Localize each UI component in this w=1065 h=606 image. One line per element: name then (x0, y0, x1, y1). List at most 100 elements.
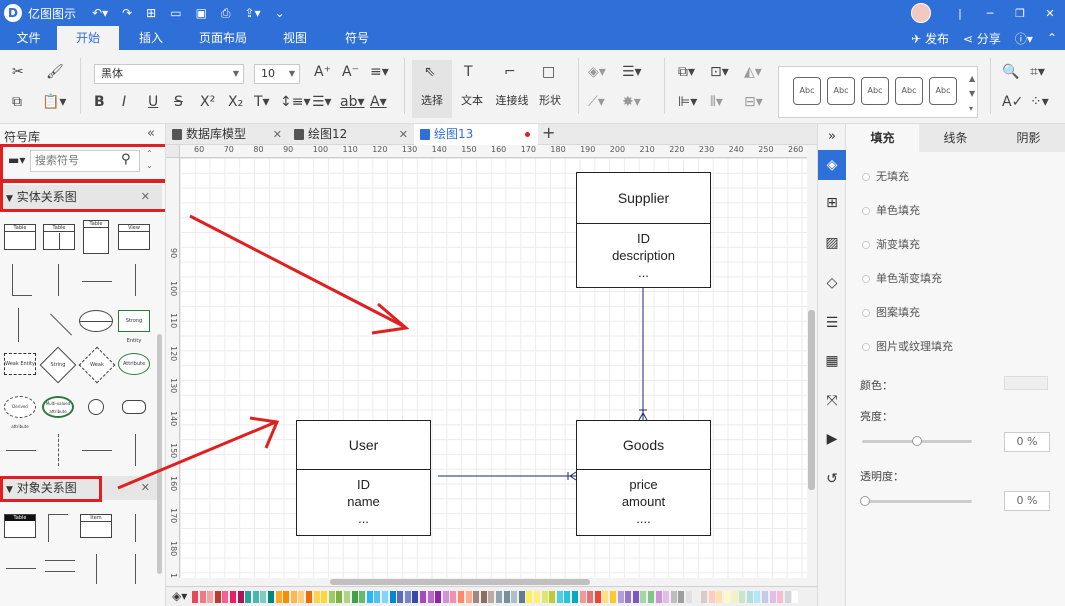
spell-check-icon[interactable]: A✓ (1002, 94, 1023, 110)
shape-tool[interactable]: □ 形状 (530, 60, 570, 118)
size-icon[interactable]: ⊟▾ (744, 94, 763, 110)
color-swatch[interactable] (610, 591, 616, 603)
color-swatch[interactable] (283, 591, 290, 603)
line-style-icon[interactable]: ☰▾ (622, 64, 642, 80)
image-icon[interactable]: ▨ (823, 234, 841, 252)
color-swatch[interactable] (336, 591, 343, 603)
redo-icon[interactable]: ↷ (122, 6, 132, 21)
color-swatch[interactable] (321, 591, 328, 603)
color-swatch[interactable] (427, 591, 434, 603)
user-avatar[interactable] (911, 3, 931, 23)
color-swatch[interactable] (625, 591, 632, 603)
fill-option-pattern[interactable]: 图案填充 (862, 304, 920, 320)
shape-relationship-line-2[interactable] (58, 264, 59, 296)
gallery-scroll-icon[interactable]: ▲ ▼ ▾ (969, 71, 975, 116)
connector-user-goods[interactable] (438, 471, 577, 481)
doc-tab-database-model[interactable]: 数据库模型 ✕ (166, 124, 288, 145)
color-swatch[interactable] (716, 591, 723, 603)
color-swatch[interactable] (473, 591, 480, 603)
style-sample-1[interactable]: Abc (793, 77, 821, 105)
open-icon[interactable]: ▭ (170, 6, 181, 21)
save-icon[interactable]: ▣ (196, 6, 207, 21)
slider-knob[interactable] (860, 496, 870, 506)
style-sample-2[interactable]: Abc (827, 77, 855, 105)
color-swatch[interactable] (777, 591, 784, 603)
shape-object-item[interactable]: Item (80, 514, 112, 538)
line-color-icon[interactable]: ⟋▾ (588, 94, 605, 110)
color-swatch[interactable] (534, 591, 540, 603)
color-swatch[interactable] (268, 591, 274, 603)
fill-option-none[interactable]: 无填充 (862, 168, 909, 184)
shape-line-vertical[interactable] (18, 308, 19, 342)
color-swatch[interactable] (237, 591, 244, 603)
tab-fill[interactable]: 填充 (846, 124, 919, 152)
menu-tab-home[interactable]: 开始 (57, 26, 119, 50)
color-swatch[interactable] (762, 591, 768, 603)
text-case-icon[interactable]: T▾ (254, 94, 270, 110)
text-highlight-icon[interactable]: ab▾ (340, 94, 365, 110)
fill-option-picture[interactable]: 图片或纹理填充 (862, 338, 953, 354)
fill-properties-icon[interactable]: ◈ (818, 150, 846, 180)
color-swatch[interactable] (746, 591, 753, 603)
select-tool[interactable]: ⇖ 选择 (412, 60, 452, 118)
color-swatch[interactable] (404, 591, 411, 603)
shape-object-lines[interactable] (45, 560, 75, 572)
tab-shadow[interactable]: 阴影 (992, 124, 1065, 152)
bring-front-icon[interactable]: ⧉▾ (678, 64, 695, 80)
color-swatch[interactable] (480, 591, 487, 603)
color-swatch[interactable] (465, 591, 472, 603)
strikethrough-icon[interactable]: S (174, 94, 183, 110)
color-swatch[interactable] (739, 591, 746, 603)
color-swatch[interactable] (572, 591, 578, 603)
drawing-canvas[interactable]: Supplier ID description ... User ID name… (180, 158, 807, 578)
menu-tab-symbols[interactable]: 符号 (327, 26, 387, 50)
color-swatch[interactable] (252, 591, 259, 603)
connector-supplier-goods[interactable] (638, 287, 648, 421)
superscript-icon[interactable]: X² (200, 94, 215, 110)
help-icon[interactable]: ⓘ▾ (1015, 30, 1033, 47)
menu-tab-file[interactable]: 文件 (0, 26, 57, 50)
color-swatch[interactable] (617, 591, 624, 603)
font-shrink-icon[interactable]: A⁻ (342, 64, 359, 80)
color-swatch[interactable] (724, 591, 730, 603)
color-swatch[interactable] (640, 591, 647, 603)
color-swatch[interactable] (450, 591, 457, 603)
doc-tab-drawing-12[interactable]: 绘图12 ✕ (288, 124, 414, 145)
color-swatch[interactable] (693, 591, 700, 603)
color-swatch[interactable] (511, 591, 518, 603)
undo-icon[interactable]: ↶▾ (92, 6, 108, 21)
find-icon[interactable]: 🔍 (1002, 64, 1019, 80)
color-swatch[interactable] (382, 591, 388, 603)
customize-icon[interactable]: ⌄ (275, 6, 285, 21)
style-sample-4[interactable]: Abc (895, 77, 923, 105)
minimize-icon[interactable]: ─ (975, 7, 1005, 20)
shape-relationship-line-3[interactable] (82, 276, 112, 282)
color-swatch[interactable] (420, 591, 426, 603)
font-color-icon[interactable]: A▾ (370, 94, 387, 110)
color-swatch[interactable] (389, 591, 396, 603)
color-swatch[interactable] (458, 591, 464, 603)
fill-option-solid[interactable]: 单色填充 (862, 202, 920, 218)
color-swatch[interactable] (207, 591, 214, 603)
publish-button[interactable]: ✈ 发布 (911, 30, 949, 47)
distribute-icon[interactable]: ⫴▾ (710, 94, 723, 110)
format-painter-icon[interactable]: 🖌 (46, 64, 64, 80)
color-swatch[interactable] (397, 591, 404, 603)
color-swatch[interactable] (496, 591, 502, 603)
print-icon[interactable]: ⎙ (221, 6, 231, 21)
color-swatch[interactable] (442, 591, 449, 603)
shape-relationship-diamond[interactable]: String (39, 346, 77, 384)
shape-object-line-h[interactable] (6, 568, 36, 569)
color-swatch[interactable] (526, 591, 533, 603)
text-tool[interactable]: T 文本 (452, 60, 492, 118)
shape-line-dashed-v[interactable] (58, 434, 59, 466)
brightness-slider[interactable] (862, 436, 972, 446)
grid-layout-icon[interactable]: ⊞ (823, 194, 841, 212)
color-swatch[interactable] (366, 591, 373, 603)
expand-panel-icon[interactable]: » (823, 128, 841, 146)
shape-object-line-v2[interactable] (96, 554, 97, 584)
shape-line-h-1[interactable] (6, 450, 36, 451)
crop-icon[interactable]: ⌗▾ (1030, 64, 1045, 80)
color-picker[interactable] (1004, 376, 1048, 390)
color-swatch[interactable] (632, 591, 639, 603)
